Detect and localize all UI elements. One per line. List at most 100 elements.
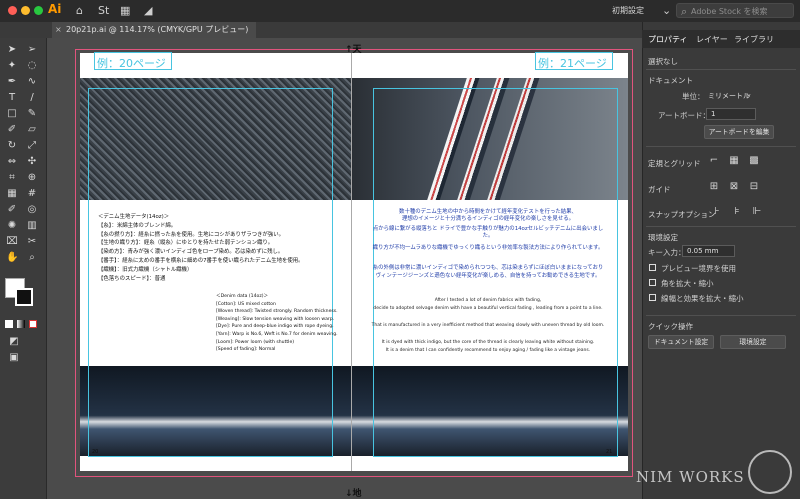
text-line: It is dyed with thick indigo, but the co…: [381, 340, 595, 345]
zoom-window-icon[interactable]: [34, 6, 43, 15]
key-increment-label: キー入力：: [648, 248, 686, 257]
scale-tool-icon[interactable]: ⤢: [26, 140, 38, 152]
rulers-grid-label: 定規とグリッド: [648, 159, 701, 168]
stroke-color-swatch[interactable]: [15, 288, 33, 306]
eyedropper-tool-icon[interactable]: ✐: [6, 204, 18, 216]
hand-tool-icon[interactable]: ✋: [6, 252, 18, 264]
preview-bounds-checkbox[interactable]: [649, 264, 656, 271]
text-line: 【糸】：米綿主体のブレンド綿。: [98, 222, 177, 229]
snap-options-label: スナップオプション: [648, 210, 716, 219]
workspace-switcher[interactable]: 初期設定: [612, 5, 644, 16]
text-line: [Speed of fading]: Normal: [216, 347, 276, 353]
gpu-performance-icon[interactable]: ◢: [144, 4, 152, 17]
smart-guides-icon[interactable]: ⊟: [748, 181, 760, 193]
curvature-tool-icon[interactable]: ∿: [26, 76, 38, 88]
text-line: 【生地の織り方】：経糸（縦糸）にゆとりを持たせた弱テンション織り。: [98, 240, 274, 247]
text-line: 数十種のデニム生地の中から時間をかけて経年変化テストを行った結果、: [399, 209, 577, 215]
close-tab-icon[interactable]: ×: [55, 22, 62, 38]
adobe-stock-search[interactable]: Adobe Stock を検索: [676, 3, 794, 18]
arrange-documents-icon[interactable]: ▦: [120, 4, 130, 17]
lock-guides-icon[interactable]: ⊠: [728, 181, 740, 193]
shaper-tool-icon[interactable]: ✐: [6, 124, 18, 136]
gradient-mode-icon[interactable]: [17, 320, 25, 328]
scale-corners-checkbox[interactable]: [649, 279, 656, 286]
zoom-tool-icon[interactable]: ⌕: [26, 252, 38, 264]
lasso-tool-icon[interactable]: ◌: [26, 60, 38, 72]
spread-center-line: [351, 53, 352, 471]
text-line: That is manufactured in a very inefficie…: [371, 323, 605, 328]
key-increment-input[interactable]: 0.05 mm: [682, 245, 735, 257]
document-tab[interactable]: × 20p21p.ai @ 114.17% (CMYK/GPU プレビュー): [52, 22, 257, 38]
rotate-tool-icon[interactable]: ↻: [6, 140, 18, 152]
text-line: ＜デニム生地データ(14oz)＞: [98, 214, 170, 220]
eraser-tool-icon[interactable]: ▱: [26, 124, 38, 136]
home-icon[interactable]: ⌂: [76, 4, 83, 17]
perspective-grid-tool-icon[interactable]: ▦: [6, 188, 18, 200]
unit-label: 単位：: [682, 92, 705, 101]
width-tool-icon[interactable]: ⇔: [6, 156, 18, 168]
unit-dropdown[interactable]: ミリメートル: [708, 91, 750, 101]
selection-tool-icon[interactable]: ➤: [6, 44, 18, 56]
artboard-select[interactable]: 1: [706, 108, 756, 120]
line-tool-icon[interactable]: /: [26, 92, 38, 104]
magic-wand-tool-icon[interactable]: ✦: [6, 60, 18, 72]
document-tab-title: 20p21p.ai @ 114.17% (CMYK/GPU プレビュー): [66, 25, 249, 34]
blend-tool-icon[interactable]: ◎: [26, 204, 38, 216]
selection-status: 選択なし: [648, 57, 678, 66]
color-mode-icon[interactable]: [5, 320, 13, 328]
show-guides-icon[interactable]: ⊞: [708, 181, 720, 193]
pen-tool-icon[interactable]: ✒: [6, 76, 18, 88]
close-window-icon[interactable]: [8, 6, 17, 15]
tab-properties[interactable]: プロパティ: [648, 34, 688, 45]
snap-to-point-icon[interactable]: ⊦: [711, 206, 723, 218]
panel-divider: [646, 146, 796, 147]
stock-icon[interactable]: St: [98, 4, 109, 17]
title-bar: Ai ⌂ St ▦ ◢ 初期設定 ⌄ Adobe Stock を検索 ⌕: [0, 0, 800, 23]
preview-bounds-label: プレビュー境界を使用: [661, 264, 736, 273]
tools-panel: ➤ ➢ ✦ ◌ ✒ ∿ T / □ ✎ ✐ ▱ ↻ ⤢ ⇔ ✣ ⌗ ⊕ ▦ # …: [0, 38, 47, 499]
mesh-tool-icon[interactable]: #: [26, 188, 38, 200]
document-setup-button[interactable]: ドキュメント設定: [648, 335, 714, 349]
puppet-warp-tool-icon[interactable]: ✣: [26, 156, 38, 168]
scale-strokes-label: 線幅と効果を拡大・縮小: [661, 294, 744, 303]
shape-builder-tool-icon[interactable]: ⊕: [26, 172, 38, 184]
snap-to-glyph-icon[interactable]: ⊩: [751, 206, 763, 218]
panel-divider: [646, 69, 796, 70]
text-line: decide to adopted selvage denim with hav…: [373, 306, 603, 311]
type-tool-icon[interactable]: T: [6, 92, 18, 104]
top-marker: ↑天: [345, 45, 362, 55]
tab-layers[interactable]: レイヤー: [696, 34, 728, 45]
transparency-grid-icon[interactable]: ▩: [748, 155, 760, 167]
minimize-window-icon[interactable]: [21, 6, 30, 15]
column-graph-tool-icon[interactable]: ▥: [26, 220, 38, 232]
app-logo: Ai: [48, 2, 62, 16]
scale-strokes-checkbox[interactable]: [649, 294, 656, 301]
draw-normal-icon[interactable]: ◩: [8, 336, 20, 348]
preferences-button[interactable]: 環境設定: [720, 335, 786, 349]
snap-to-pixel-icon[interactable]: ⊧: [731, 206, 743, 218]
panel-divider: [646, 226, 796, 227]
paintbrush-tool-icon[interactable]: ✎: [26, 108, 38, 120]
scale-corners-label: 角を拡大・縮小: [661, 279, 714, 288]
edit-artboards-button[interactable]: アートボードを編集: [704, 125, 774, 139]
symbol-sprayer-tool-icon[interactable]: ✺: [6, 220, 18, 232]
panel-divider: [646, 315, 796, 316]
chevron-down-icon[interactable]: ⌄: [662, 4, 671, 17]
tab-libraries[interactable]: ライブラリ: [734, 34, 774, 45]
ruler-icon[interactable]: ⌐: [708, 155, 720, 167]
artboard-tool-icon[interactable]: ⌧: [6, 236, 18, 248]
left-page-number: 20: [92, 449, 99, 455]
none-mode-icon[interactable]: [29, 320, 37, 328]
text-line: ヴィンテージジーンズと遜色ない経年変化が楽しめる、自信を持ってお勧めできる生地で…: [375, 273, 601, 279]
text-line: [Dye]: Pure and deep-blue indigo with ro…: [216, 324, 334, 330]
text-line: 【色落ちのスピード】：普通: [98, 275, 166, 282]
slice-tool-icon[interactable]: ✂: [26, 236, 38, 248]
grid-icon[interactable]: ▦: [728, 155, 740, 167]
text-line: [Weaving]: Slow tension weaving with loo…: [216, 316, 335, 322]
text-line: [Cotton]: US mixed cotton: [216, 301, 276, 307]
free-transform-tool-icon[interactable]: ⌗: [6, 172, 18, 184]
rectangle-tool-icon[interactable]: □: [6, 108, 18, 120]
direct-selection-tool-icon[interactable]: ➢: [26, 44, 38, 56]
screen-mode-icon[interactable]: ▣: [8, 352, 20, 364]
chevron-down-icon[interactable]: ⌄: [746, 90, 752, 98]
